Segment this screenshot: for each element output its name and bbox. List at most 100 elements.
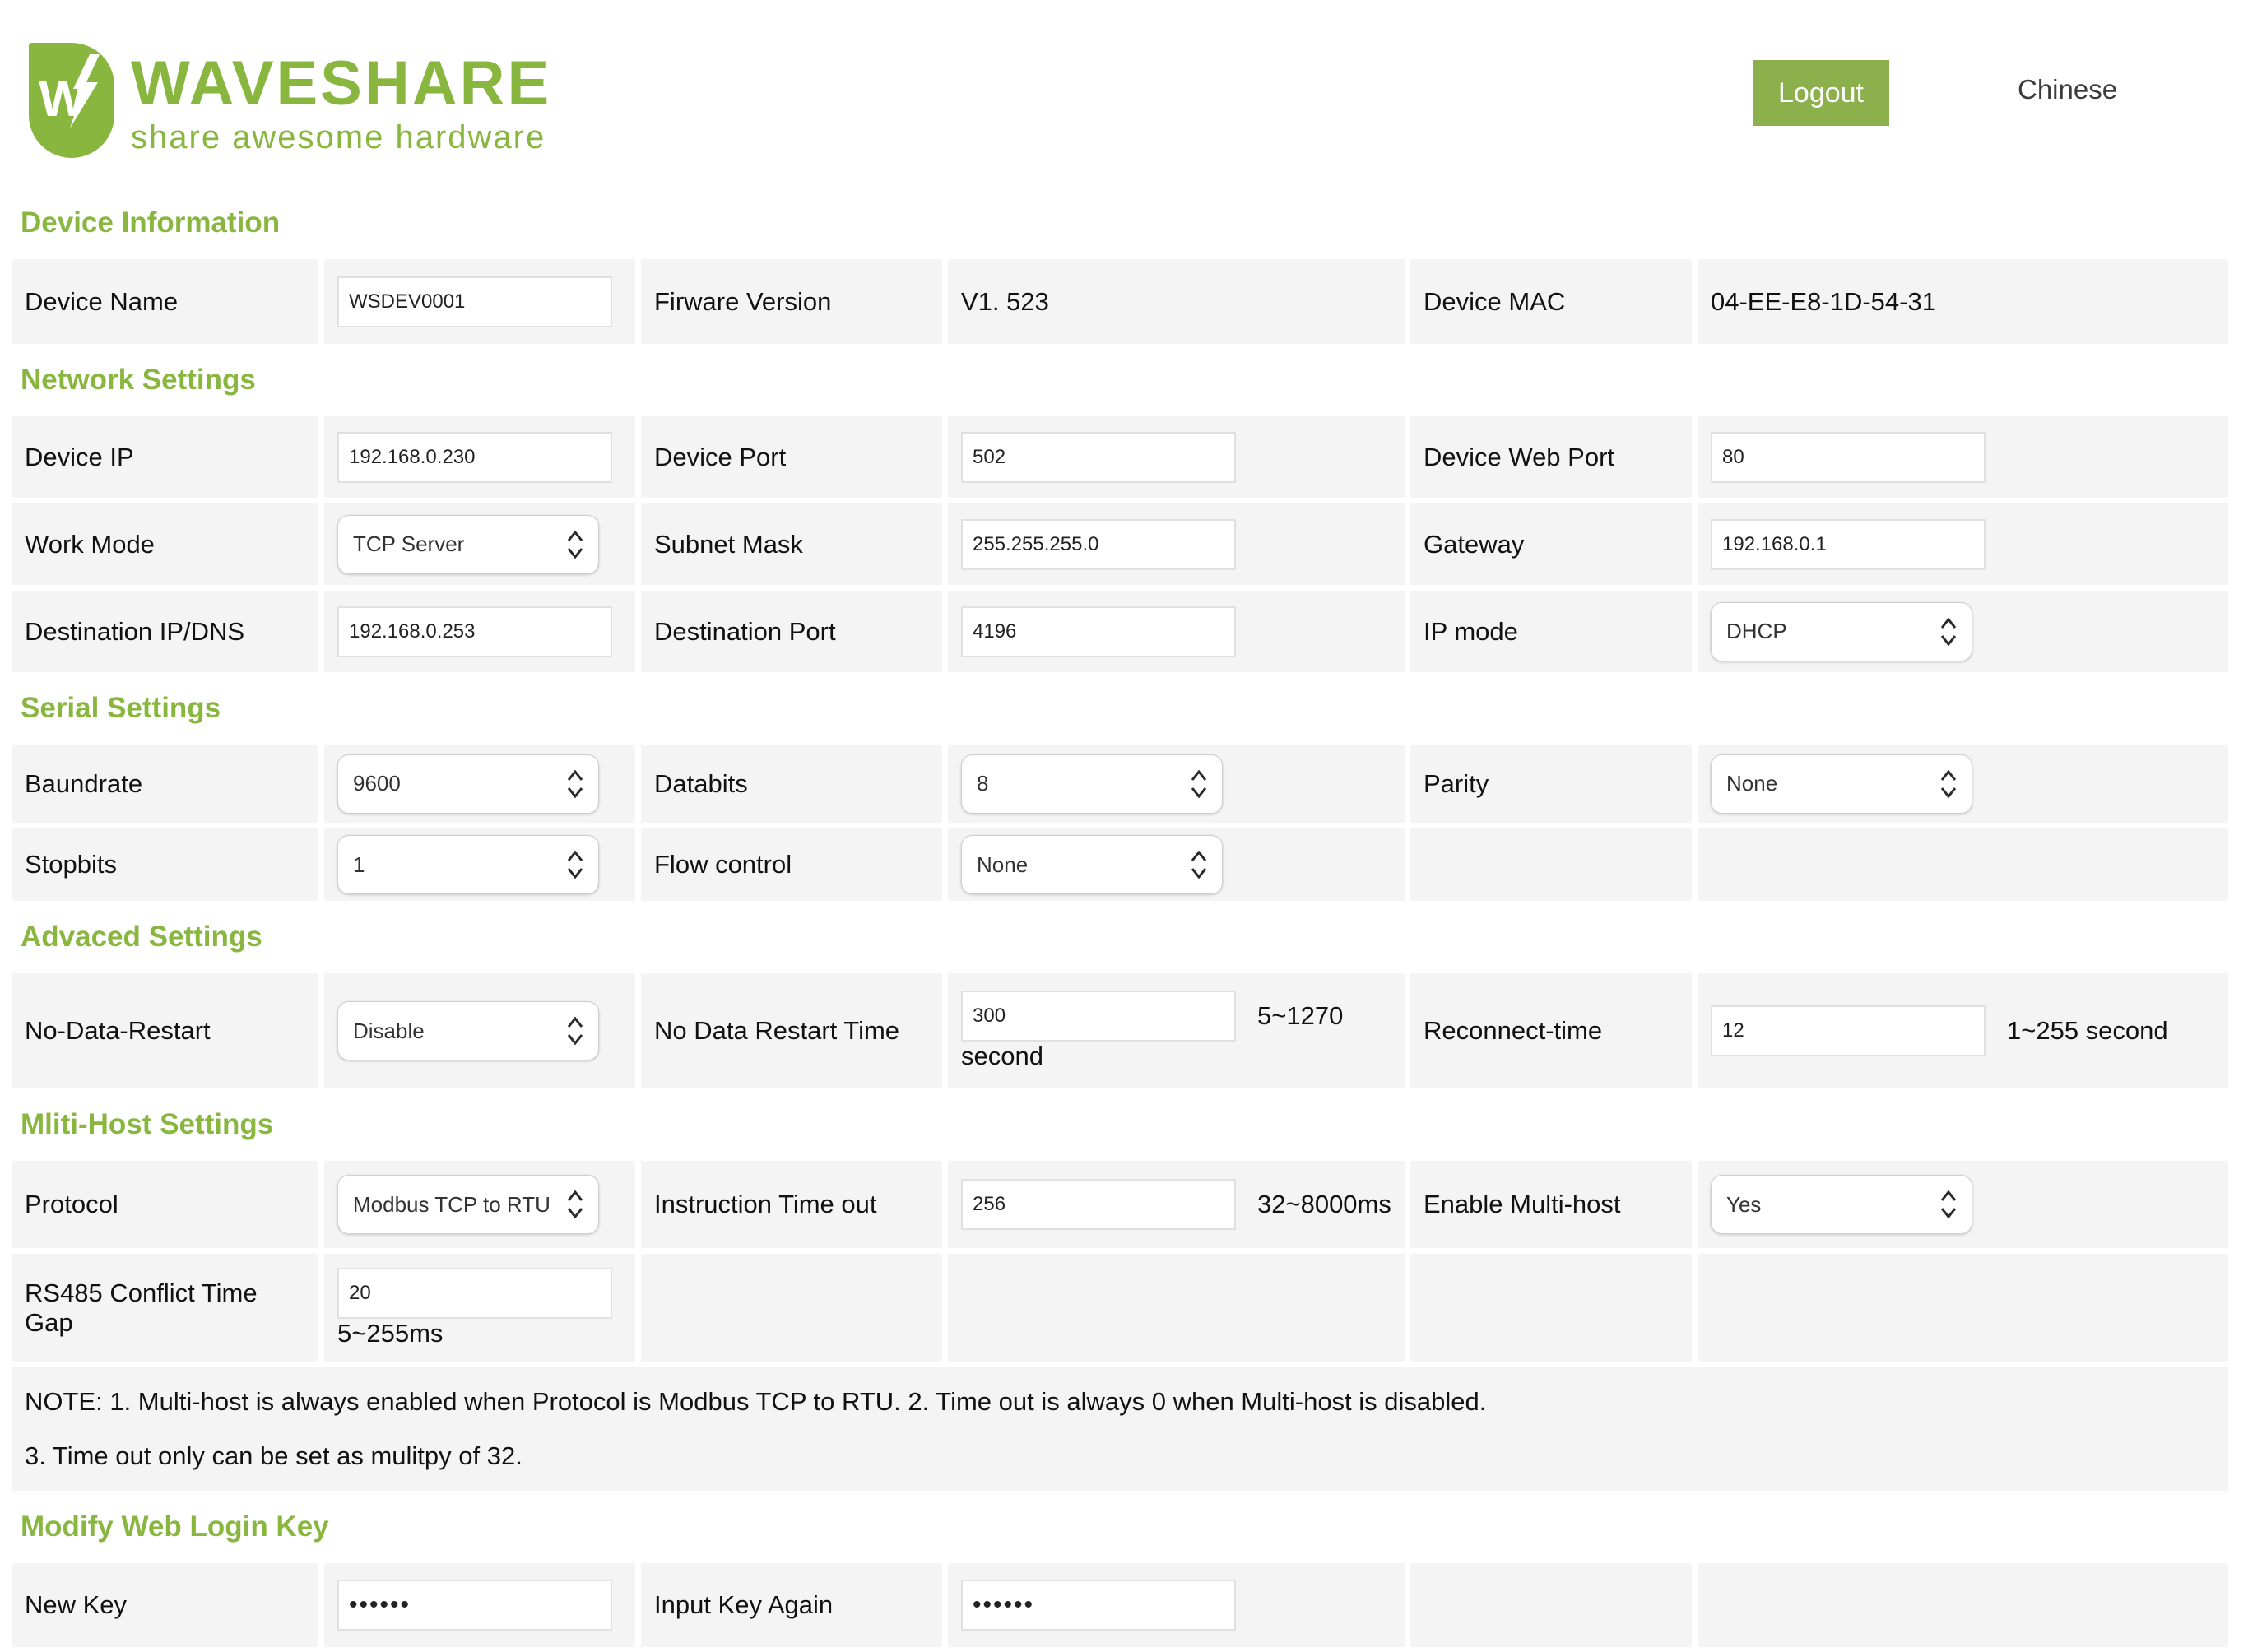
input-with-range: 32~8000ms xyxy=(961,1179,1391,1230)
firmware-version-value: V1. 523 xyxy=(948,259,1405,344)
enable-multihost-select[interactable]: Yes xyxy=(1711,1175,1972,1234)
subnet-mask-label: Subnet Mask xyxy=(641,503,942,585)
ip-mode-select[interactable]: DHCP xyxy=(1711,602,1972,661)
ip-mode-cell: DHCP xyxy=(1698,591,2228,672)
reconnect-time-range: 1~255 second xyxy=(2007,1016,2168,1046)
databits-select[interactable]: 8 xyxy=(961,754,1223,814)
instruction-timeout-range: 32~8000ms xyxy=(1257,1190,1391,1219)
flow-control-cell: None xyxy=(948,828,1405,901)
device-port-label: Device Port xyxy=(641,416,942,498)
multihost-row-2: RS485 Conflict Time Gap 5~255ms xyxy=(12,1254,2228,1362)
subnet-mask-cell xyxy=(948,503,1405,585)
flow-control-selected-value: None xyxy=(977,852,1028,878)
enable-multihost-selected-value: Yes xyxy=(1726,1192,1761,1218)
language-link[interactable]: Chinese xyxy=(2018,74,2117,105)
device-config-page: W WAVESHARE share awesome hardware Logou… xyxy=(0,0,2248,1652)
baudrate-select[interactable]: 9600 xyxy=(337,754,599,814)
parity-cell: None xyxy=(1698,745,2228,823)
databits-cell: 8 xyxy=(948,745,1405,823)
section-title-network: Network Settings xyxy=(21,365,2228,395)
destination-ip-input[interactable] xyxy=(337,606,612,657)
chevron-updown-icon xyxy=(1189,768,1209,800)
rs485-gap-input[interactable] xyxy=(337,1268,612,1319)
reconnect-time-cell: 1~255 second xyxy=(1698,973,2228,1088)
gateway-input[interactable] xyxy=(1711,519,1986,570)
input-with-range: 1~255 second xyxy=(1711,1005,2168,1056)
section-title-serial: Serial Settings xyxy=(21,694,2228,723)
logout-button[interactable]: Logout xyxy=(1753,60,1889,126)
device-ip-cell xyxy=(324,416,635,498)
baudrate-cell: 9600 xyxy=(324,745,635,823)
empty-cell xyxy=(1698,828,2228,901)
destination-port-input[interactable] xyxy=(961,606,1236,657)
device-port-input[interactable] xyxy=(961,432,1236,483)
device-name-cell xyxy=(324,259,635,344)
serial-row-1: Baundrate 9600 Databits 8 Parity None xyxy=(12,745,2228,823)
device-ip-input[interactable] xyxy=(337,432,612,483)
no-data-restart-select[interactable]: Disable xyxy=(337,1001,599,1060)
waveshare-logo: W WAVESHARE share awesome hardware xyxy=(29,43,551,158)
logo-title: WAVESHARE xyxy=(131,54,551,114)
page-header: W WAVESHARE share awesome hardware Logou… xyxy=(0,0,2248,173)
stopbits-label: Stopbits xyxy=(12,828,318,901)
parity-select[interactable]: None xyxy=(1711,754,1972,814)
work-mode-label: Work Mode xyxy=(12,503,318,585)
destination-ip-cell xyxy=(324,591,635,672)
gateway-label: Gateway xyxy=(1410,503,1692,585)
reconnect-time-input[interactable] xyxy=(1711,1005,1986,1056)
chevron-updown-icon xyxy=(565,529,585,560)
no-data-restart-time-cell: 5~1270 second xyxy=(948,973,1405,1088)
section-title-advanced: Advaced Settings xyxy=(21,922,2228,952)
lightning-bolt-icon xyxy=(65,53,103,132)
flow-control-label: Flow control xyxy=(641,828,942,901)
no-data-restart-time-input[interactable] xyxy=(961,991,1236,1042)
reconnect-time-label: Reconnect-time xyxy=(1410,973,1692,1088)
device-mac-value: 04-EE-E8-1D-54-31 xyxy=(1698,259,2228,344)
work-mode-select[interactable]: TCP Server xyxy=(337,515,599,574)
enable-multihost-label: Enable Multi-host xyxy=(1410,1161,1692,1248)
input-with-range: 5~1270 xyxy=(961,991,1343,1042)
stopbits-select[interactable]: 1 xyxy=(337,835,599,894)
ip-mode-label: IP mode xyxy=(1410,591,1692,672)
work-mode-cell: TCP Server xyxy=(324,503,635,585)
logo-tagline: share awesome hardware xyxy=(131,118,551,156)
empty-cell xyxy=(1698,1254,2228,1362)
note-line-1: NOTE: 1. Multi-host is always enabled wh… xyxy=(25,1387,2215,1417)
input-key-again-input[interactable] xyxy=(961,1580,1236,1631)
logo-badge: W xyxy=(29,43,114,158)
device-port-cell xyxy=(948,416,1405,498)
new-key-input[interactable] xyxy=(337,1580,612,1631)
protocol-select[interactable]: Modbus TCP to RTU xyxy=(337,1175,599,1234)
network-row-1: Device IP Device Port Device Web Port xyxy=(12,416,2228,498)
chevron-updown-icon xyxy=(1939,1189,1958,1220)
firmware-version-label: Firware Version xyxy=(641,259,942,344)
instruction-timeout-input[interactable] xyxy=(961,1179,1236,1230)
network-row-2: Work Mode TCP Server Subnet Mask Gateway xyxy=(12,503,2228,585)
multihost-note-row: NOTE: 1. Multi-host is always enabled wh… xyxy=(12,1367,2228,1491)
parity-label: Parity xyxy=(1410,745,1692,823)
rs485-gap-label-text: RS485 Conflict Time Gap xyxy=(25,1278,272,1338)
chevron-updown-icon xyxy=(565,1015,585,1046)
multihost-row-1: Protocol Modbus TCP to RTU Instruction T… xyxy=(12,1161,2228,1248)
new-key-label: New Key xyxy=(12,1563,318,1647)
no-data-restart-time-unit: second xyxy=(961,1042,1043,1071)
rs485-gap-cell: 5~255ms xyxy=(324,1254,635,1362)
web-port-input[interactable] xyxy=(1711,432,1986,483)
protocol-selected-value: Modbus TCP to RTU xyxy=(353,1192,550,1218)
subnet-mask-input[interactable] xyxy=(961,519,1236,570)
no-data-restart-time-label: No Data Restart Time xyxy=(641,973,942,1088)
rs485-gap-label: RS485 Conflict Time Gap xyxy=(12,1254,318,1362)
device-name-input[interactable] xyxy=(337,276,612,327)
device-info-row: Device Name Firware Version V1. 523 Devi… xyxy=(12,259,2228,344)
destination-port-label: Destination Port xyxy=(641,591,942,672)
empty-cell xyxy=(1410,1563,1692,1647)
rs485-gap-range: 5~255ms xyxy=(337,1319,443,1348)
no-data-restart-cell: Disable xyxy=(324,973,635,1088)
empty-cell xyxy=(641,1254,942,1362)
section-title-device-info: Device Information xyxy=(21,208,2228,238)
section-title-multihost: Mliti-Host Settings xyxy=(21,1110,2228,1139)
flow-control-select[interactable]: None xyxy=(961,835,1223,894)
chevron-updown-icon xyxy=(565,849,585,880)
stopbits-cell: 1 xyxy=(324,828,635,901)
serial-row-2: Stopbits 1 Flow control None xyxy=(12,828,2228,901)
